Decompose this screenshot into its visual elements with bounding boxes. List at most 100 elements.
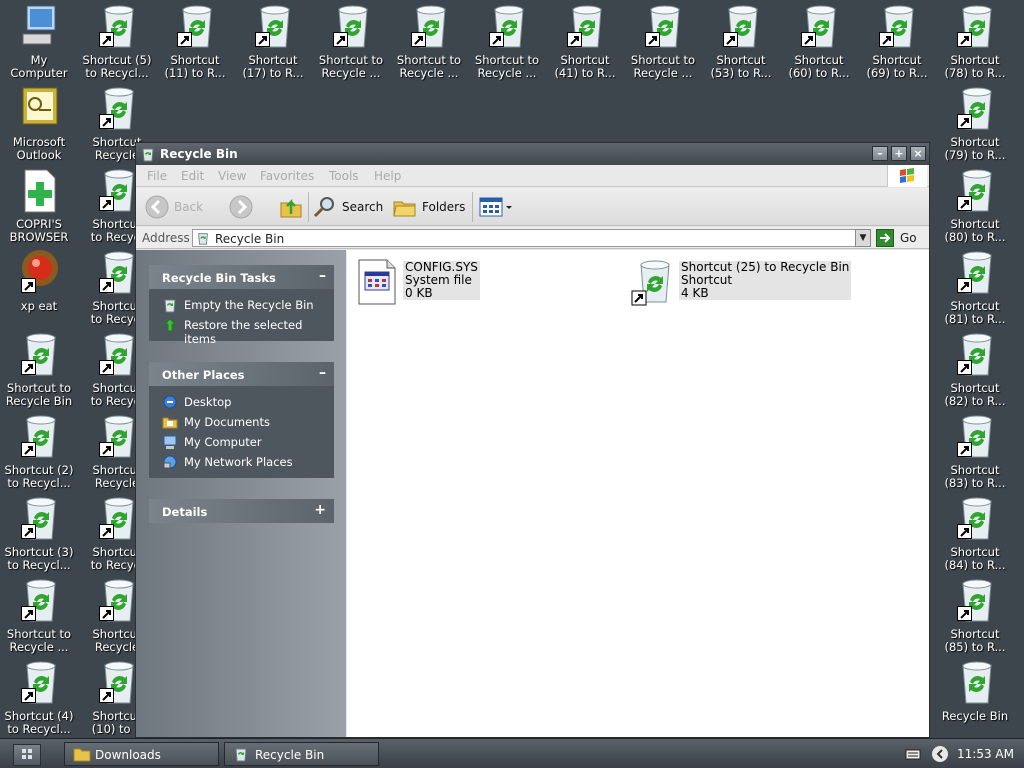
desktop-icon-label: Shortcut (5) to Recycl... [82, 53, 152, 80]
up-folder-button[interactable] [278, 194, 306, 220]
title-bar[interactable]: Recycle Bin – + × [136, 143, 929, 165]
desktop-icon-28[interactable]: Shortcut (78) to R... [936, 2, 1014, 82]
shortcut-arrow-icon [957, 196, 972, 211]
file-name: CONFIG.SYS [405, 260, 478, 274]
desktop-icon-label: Shortcut (53) to R... [710, 53, 772, 80]
menu-tools[interactable]: Tools [329, 169, 359, 183]
address-dropdown-icon[interactable]: ▼ [855, 229, 871, 247]
desktop-icon-label: Shortcut (60) to R... [788, 53, 850, 80]
keyboard-icon[interactable] [905, 746, 921, 765]
shortcut-arrow-icon [21, 360, 36, 375]
menu-view[interactable]: View [218, 169, 246, 183]
file-type: Shortcut [681, 273, 733, 287]
desktop-icon-label: My Computer [10, 53, 68, 80]
desktop-icon-image [951, 658, 999, 708]
desktop-icon-29[interactable]: Shortcut (79) to R... [936, 84, 1014, 164]
taskbar-recycle-bin-button[interactable]: Recycle Bin [224, 742, 379, 766]
desktop-icon-7[interactable]: Shortcut to Recycle ... [0, 576, 78, 656]
desktop-icon-label: Shortcut to Recycle ... [630, 53, 696, 80]
menu-edit[interactable]: Edit [181, 169, 204, 183]
folders-button[interactable]: Folders [392, 194, 468, 220]
start-button[interactable] [13, 744, 41, 766]
desktop-icon-32[interactable]: Shortcut (82) to R... [936, 330, 1014, 410]
search-button[interactable]: Search [312, 194, 386, 220]
views-button[interactable] [478, 194, 514, 220]
desktop-icon-image [561, 2, 609, 52]
desktop-link[interactable]: Desktop [149, 392, 334, 412]
menu-file[interactable]: File [147, 169, 167, 183]
back-button[interactable]: Back [144, 194, 204, 220]
menu-favorites[interactable]: Favorites [260, 169, 314, 183]
minimize-button[interactable]: – [872, 146, 888, 161]
desktop-icon-9[interactable]: Shortcut (5) to Recycl... [78, 2, 156, 82]
desktop-icon-19[interactable]: Shortcut (17) to R... [234, 2, 312, 82]
taskbar-downloads-button[interactable]: Downloads [64, 742, 219, 766]
recycle-bin-tasks-header[interactable]: Recycle Bin Tasks – [149, 265, 334, 289]
go-button[interactable]: Go [876, 229, 926, 247]
desktop-icon-30[interactable]: Shortcut (80) to R... [936, 166, 1014, 246]
collapse-icon[interactable]: – [319, 365, 326, 381]
desktop-icon-label: Shortcut (84) to R... [944, 545, 1006, 572]
desktop-icon-4[interactable]: Shortcut to Recycle Bin [0, 330, 78, 410]
desktop-icon-18[interactable]: Shortcut (11) to R... [156, 2, 234, 82]
desktop-icon-3[interactable]: xp eat [0, 248, 78, 328]
desktop-icon-label: Shortcut (83) to R... [944, 463, 1006, 490]
file-item-shortcut-25[interactable]: Shortcut (25) to Recycle Bin Shortcut 4 … [631, 258, 891, 308]
toolbar-separator [308, 192, 309, 222]
desktop-icon-image [639, 2, 687, 52]
desktop-icon-5[interactable]: Shortcut (2) to Recycl... [0, 412, 78, 492]
desktop-icon-image [93, 494, 141, 544]
desktop-icon-image [15, 576, 63, 626]
file-view[interactable]: CONFIG.SYS System file 0 KB Shortcut (25… [347, 250, 929, 737]
desktop-icon-24[interactable]: Shortcut to Recycle ... [624, 2, 702, 82]
desktop-icon-image [951, 2, 999, 52]
desktop-icon-36[interactable]: Recycle Bin [936, 658, 1014, 738]
my-computer-link[interactable]: My Computer [149, 432, 334, 452]
close-button[interactable]: × [910, 146, 926, 161]
address-value: Recycle Bin [215, 232, 285, 246]
desktop-icon-image [93, 330, 141, 380]
tray-expand-icon[interactable] [931, 745, 949, 766]
desktop-icon-33[interactable]: Shortcut (83) to R... [936, 412, 1014, 492]
my-network-places-link[interactable]: My Network Places [149, 452, 334, 472]
restore-items-link[interactable]: Restore the selected items [149, 315, 334, 346]
desktop-icon-8[interactable]: Shortcut (4) to Recycl... [0, 658, 78, 738]
desktop-icon-34[interactable]: Shortcut (84) to R... [936, 494, 1014, 574]
desktop-icon-6[interactable]: Shortcut (3) to Recycl... [0, 494, 78, 574]
address-input[interactable]: Recycle Bin ▼ [192, 229, 871, 247]
desktop-icon-image [249, 2, 297, 52]
desktop-icon-image [15, 658, 63, 708]
desktop-icon-31[interactable]: Shortcut (81) to R... [936, 248, 1014, 328]
collapse-icon[interactable]: – [319, 268, 326, 284]
desktop-icon-0[interactable]: My Computer [0, 2, 78, 82]
file-item-config-sys[interactable]: CONFIG.SYS System file 0 KB [355, 258, 555, 308]
forward-button[interactable] [228, 194, 258, 220]
desktop-icon-image [93, 2, 141, 52]
details-header[interactable]: Details + [149, 499, 334, 523]
my-documents-link[interactable]: My Documents [149, 412, 334, 432]
clock[interactable]: 11:53 AM [957, 747, 1014, 761]
desktop-icon-22[interactable]: Shortcut to Recycle ... [468, 2, 546, 82]
panel-title: Details [162, 505, 208, 519]
desktop-icon-21[interactable]: Shortcut to Recycle ... [390, 2, 468, 82]
desktop-icon-25[interactable]: Shortcut (53) to R... [702, 2, 780, 82]
desktop-icon-20[interactable]: Shortcut to Recycle ... [312, 2, 390, 82]
desktop-icon-26[interactable]: Shortcut (60) to R... [780, 2, 858, 82]
taskbar-label: Downloads [95, 748, 161, 762]
desktop-icon-27[interactable]: Shortcut (69) to R... [858, 2, 936, 82]
desktop-icon-label: Shortcut (41) to R... [554, 53, 616, 80]
other-places-panel: Other Places – Desktop My Documents My C… [149, 362, 334, 478]
menu-help[interactable]: Help [374, 169, 401, 183]
place-label: My Documents [184, 415, 270, 429]
desktop-icon-23[interactable]: Shortcut (41) to R... [546, 2, 624, 82]
expand-icon[interactable]: + [314, 502, 326, 518]
desktop-icon-2[interactable]: COPRI'S BROWSER [0, 166, 78, 246]
shortcut-arrow-icon [99, 524, 114, 539]
desktop-icon-1[interactable]: Microsoft Outlook [0, 84, 78, 164]
desktop-icon-35[interactable]: Shortcut (85) to R... [936, 576, 1014, 656]
maximize-button[interactable]: + [891, 146, 907, 161]
system-tray: 11:53 AM [905, 742, 1021, 766]
desktop-icon-image [951, 494, 999, 544]
empty-recycle-bin-link[interactable]: Empty the Recycle Bin [149, 295, 334, 315]
other-places-header[interactable]: Other Places – [149, 362, 334, 386]
